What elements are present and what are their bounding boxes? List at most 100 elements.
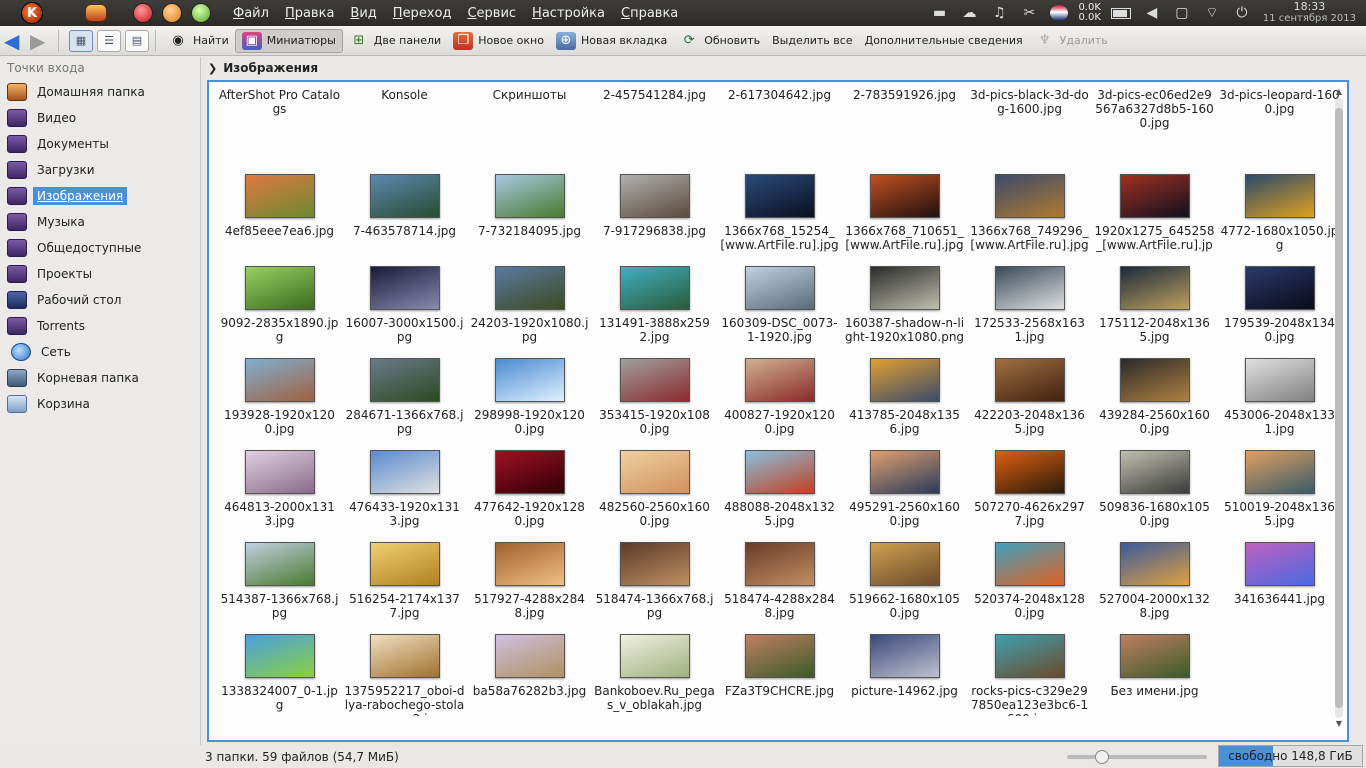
file-item[interactable]: 3d-pics-leopard-1600.jpg (1217, 82, 1342, 164)
sidebar-item-torrents[interactable]: Torrents (0, 313, 200, 339)
new-tab-button[interactable]: ⊕ Новая вкладка (550, 29, 673, 53)
file-item[interactable]: 507270-4626x2977.jpg (967, 440, 1092, 532)
file-item[interactable]: 7-917296838.jpg (592, 164, 717, 256)
scroll-track[interactable] (1335, 98, 1343, 718)
icons-view-button[interactable]: ▦ (69, 29, 93, 52)
file-item[interactable]: 3d-pics-ec06ed2e9567a6327d8b5-1600.jpg (1092, 82, 1217, 164)
file-item[interactable]: 413785-2048x1356.jpg (842, 348, 967, 440)
file-item[interactable]: 131491-3888x2592.jpg (592, 256, 717, 348)
file-item[interactable]: 519662-1680x1050.jpg (842, 532, 967, 624)
file-item[interactable]: 179539-2048x1340.jpg (1217, 256, 1342, 348)
file-item[interactable]: 4ef85eee7ea6.jpg (217, 164, 342, 256)
file-item[interactable]: 160309-DSC_0073-1-1920.jpg (717, 256, 842, 348)
menu-go[interactable]: Переход (385, 6, 460, 21)
file-item[interactable]: 495291-2560x1600.jpg (842, 440, 967, 532)
weather-icon[interactable]: ☁ (960, 5, 978, 21)
compact-view-button[interactable]: ☰ (97, 29, 121, 52)
folder-item[interactable]: Скриншоты (467, 82, 592, 164)
file-item[interactable]: Без имени.jpg (1092, 624, 1217, 716)
file-item[interactable]: picture-14962.jpg (842, 624, 967, 716)
file-item[interactable]: 488088-2048x1325.jpg (717, 440, 842, 532)
folder-item[interactable]: Konsole (342, 82, 467, 164)
window-list-icon[interactable]: ▢ (1173, 5, 1191, 21)
menu-tools[interactable]: Сервис (459, 6, 524, 21)
k-menu-icon[interactable]: K (21, 2, 43, 24)
app-icon[interactable] (85, 4, 107, 22)
file-item[interactable]: 527004-2000x1328.jpg (1092, 532, 1217, 624)
file-item[interactable]: 518474-1366x768.jpg (592, 532, 717, 624)
file-view[interactable]: AfterShot Pro Catalogs Konsole Скриншоты 2-… (207, 80, 1349, 742)
refresh-button[interactable]: ⟳ Обновить (673, 29, 766, 53)
sidebar-item-projects[interactable]: Проекты (0, 261, 200, 287)
file-item[interactable]: 464813-2000x1313.jpg (217, 440, 342, 532)
volume-icon[interactable]: ◀ (1143, 5, 1161, 21)
file-item[interactable]: 353415-1920x1080.jpg (592, 348, 717, 440)
sidebar-item-home[interactable]: Домашняя папка (0, 79, 200, 105)
file-item[interactable]: 284671-1366x768.jpg (342, 348, 467, 440)
clock[interactable]: 18:33 11 сентября 2013 (1263, 1, 1356, 25)
delete-button[interactable]: ♆ Удалить (1029, 29, 1114, 53)
file-item[interactable]: 193928-1920x1200.jpg (217, 348, 342, 440)
new-window-button[interactable]: ❐ Новое окно (447, 29, 550, 53)
menu-settings[interactable]: Настройка (524, 6, 613, 21)
breadcrumb-current[interactable]: Изображения (223, 61, 318, 75)
menu-edit[interactable]: Правка (277, 6, 342, 21)
file-item[interactable]: 2-783591926.jpg (842, 82, 967, 164)
file-item[interactable]: 400827-1920x1200.jpg (717, 348, 842, 440)
zoom-slider[interactable] (1067, 750, 1207, 764)
details-view-button[interactable]: ▤ (125, 29, 149, 52)
scroll-down-icon[interactable]: ▼ (1333, 718, 1345, 730)
sidebar-item-downloads[interactable]: Загрузки (0, 157, 200, 183)
file-item[interactable]: 1338324007_0-1.jpg (217, 624, 342, 716)
sidebar-item-public[interactable]: Общедоступные (0, 235, 200, 261)
file-item[interactable]: rocks-pics-c329e297850ea123e3bc6-1600.jp… (967, 624, 1092, 716)
file-item[interactable]: 2-457541284.jpg (592, 82, 717, 164)
chevron-right-icon[interactable]: ❯ (208, 62, 217, 75)
more-info-button[interactable]: Дополнительные сведения (859, 29, 1029, 53)
vertical-scrollbar[interactable]: ▲ ▼ (1333, 86, 1345, 736)
file-item[interactable]: 510019-2048x1365.jpg (1217, 440, 1342, 532)
file-item[interactable]: 1366x768_710651_[www.ArtFile.ru].jpg (842, 164, 967, 256)
battery-icon[interactable] (1110, 7, 1131, 19)
thumbnails-button[interactable]: ▣ Миниатюры (234, 28, 343, 53)
file-item[interactable]: ba58a76282b3.jpg (467, 624, 592, 716)
free-space-indicator[interactable]: свободно 148,8 ГиБ (1218, 745, 1363, 767)
file-item[interactable]: 9092-2835x1890.jpg (217, 256, 342, 348)
file-item[interactable]: 520374-2048x1280.jpg (967, 532, 1092, 624)
file-item[interactable]: 422203-2048x1365.jpg (967, 348, 1092, 440)
file-item[interactable]: 476433-1920x1313.jpg (342, 440, 467, 532)
zoom-slider-knob[interactable] (1095, 750, 1109, 764)
file-item[interactable]: 517927-4288x2848.jpg (467, 532, 592, 624)
file-item[interactable]: 7-732184095.jpg (467, 164, 592, 256)
file-item[interactable]: 509836-1680x1050.jpg (1092, 440, 1217, 532)
file-item[interactable]: 516254-2174x1377.jpg (342, 532, 467, 624)
file-item[interactable]: 3d-pics-black-3d-dog-1600.jpg (967, 82, 1092, 164)
sidebar-item-video[interactable]: Видео (0, 105, 200, 131)
file-item[interactable]: 1366x768_15254_[www.ArtFile.ru].jpg (717, 164, 842, 256)
file-item[interactable]: 477642-1920x1280.jpg (467, 440, 592, 532)
sidebar-item-trash[interactable]: Корзина (0, 391, 200, 417)
folder-item[interactable]: AfterShot Pro Catalogs (217, 82, 342, 164)
menu-view[interactable]: Вид (342, 6, 384, 21)
sidebar-item-root[interactable]: Корневая папка (0, 365, 200, 391)
menu-file[interactable]: Файл (225, 6, 277, 21)
select-all-button[interactable]: Выделить все (766, 29, 858, 53)
minimize-window-button[interactable] (162, 3, 182, 23)
file-item[interactable]: FZa3T9CHCRE.jpg (717, 624, 842, 716)
file-item[interactable]: 1920x1275_645258_[www.ArtFile.ru].jpg (1092, 164, 1217, 256)
file-item[interactable]: 1366x768_749296_[www.ArtFile.ru].jpg (967, 164, 1092, 256)
file-item[interactable]: 2-617304642.jpg (717, 82, 842, 164)
file-item[interactable]: 298998-1920x1200.jpg (467, 348, 592, 440)
forward-arrow-icon[interactable]: ▶ (30, 31, 52, 51)
file-item[interactable]: 514387-1366x768.jpg (217, 532, 342, 624)
sidebar-item-music[interactable]: Музыка (0, 209, 200, 235)
sidebar-item-network[interactable]: Сеть (0, 339, 200, 365)
file-item[interactable]: Bankoboev.Ru_pegas_v_oblakah.jpg (592, 624, 717, 716)
menu-help[interactable]: Справка (613, 6, 686, 21)
sidebar-item-pictures[interactable]: Изображения (0, 183, 200, 209)
monitor-icon[interactable]: ▬ (930, 5, 948, 21)
scroll-thumb[interactable] (1335, 108, 1343, 708)
file-item[interactable]: 453006-2048x1331.jpg (1217, 348, 1342, 440)
two-panels-button[interactable]: ⊞ Две панели (343, 29, 447, 53)
wifi-icon[interactable]: ⌔ (1203, 5, 1221, 21)
